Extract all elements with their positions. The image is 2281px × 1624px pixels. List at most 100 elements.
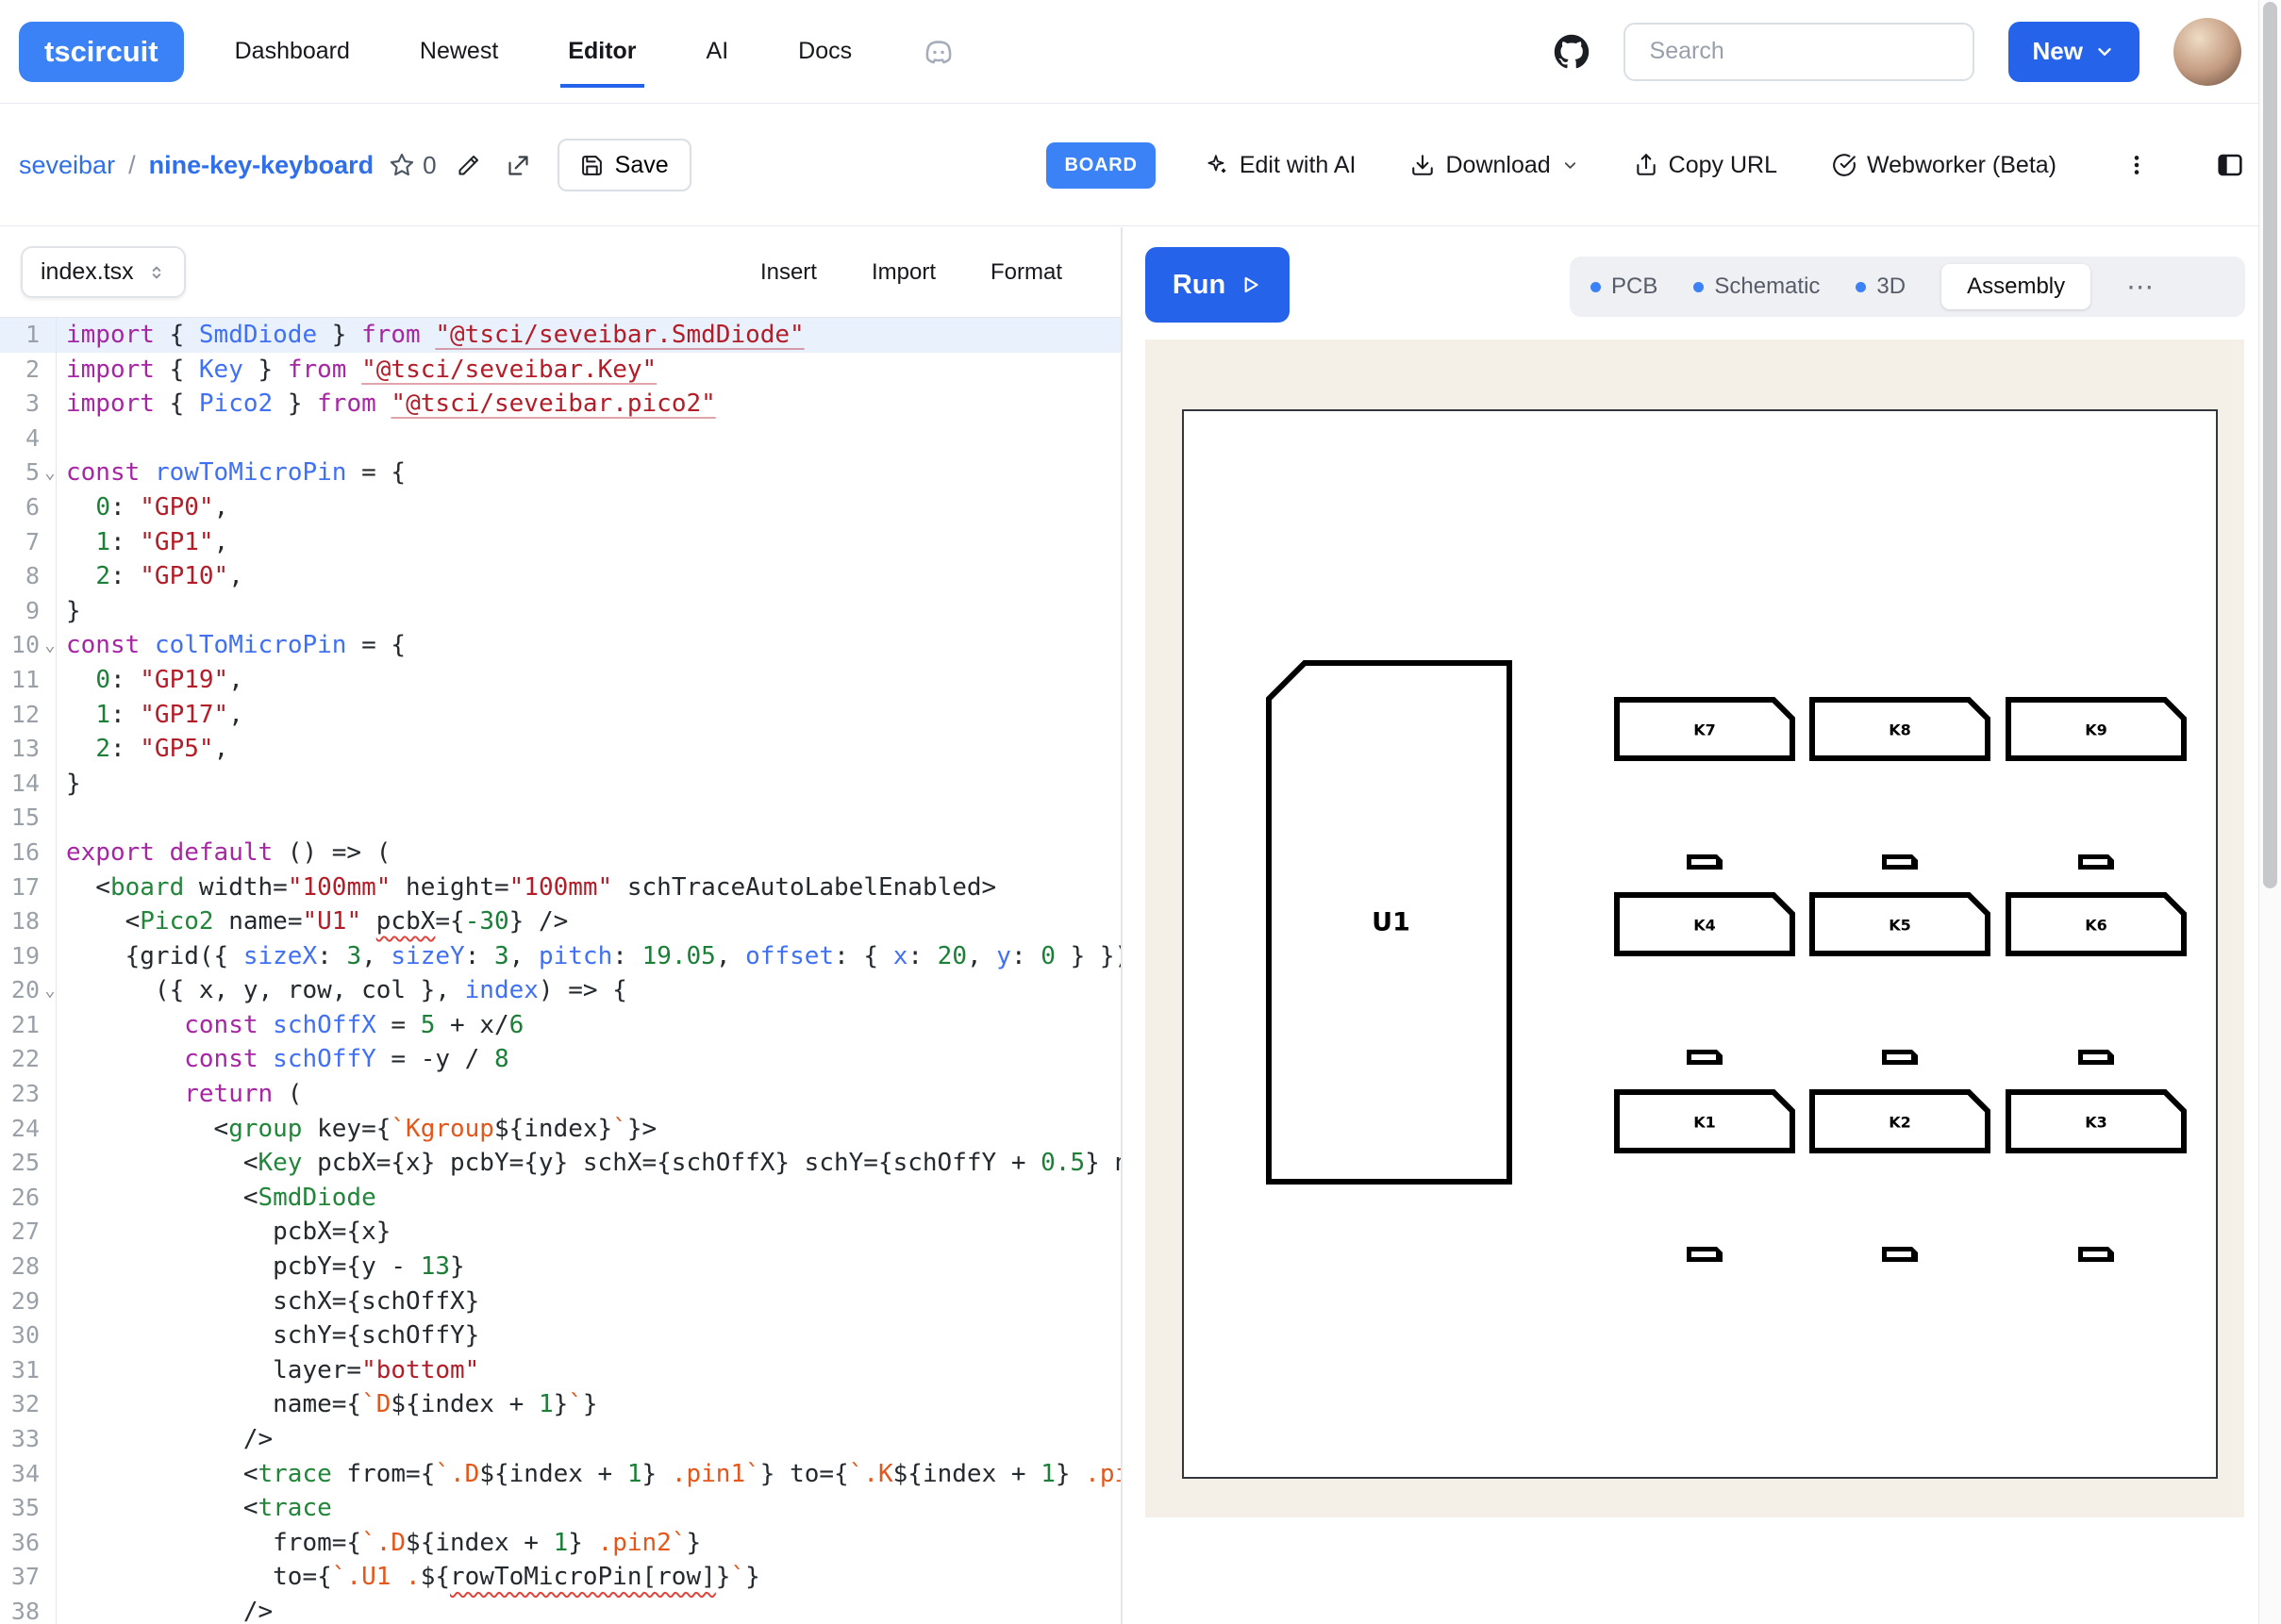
new-button[interactable]: New bbox=[2008, 22, 2139, 82]
line-number: 34 bbox=[0, 1457, 40, 1492]
github-icon[interactable] bbox=[1554, 34, 1590, 70]
code-line-10[interactable]: 10⌄const colToMicroPin = { bbox=[0, 628, 1121, 663]
code-line-21[interactable]: 21 const schOffX = 5 + x/6 bbox=[0, 1008, 1121, 1043]
code-line-9[interactable]: 9} bbox=[0, 594, 1121, 629]
nav-item-ai[interactable]: AI bbox=[707, 38, 729, 65]
run-button[interactable]: Run bbox=[1145, 247, 1290, 323]
code-line-29[interactable]: 29 schX={schOffX} bbox=[0, 1284, 1121, 1319]
download-button[interactable]: Download bbox=[1405, 151, 1584, 180]
code-line-7[interactable]: 7 1: "GP1", bbox=[0, 525, 1121, 560]
code-line-3[interactable]: 3import { Pico2 } from "@tsci/seveibar.p… bbox=[0, 387, 1121, 422]
diode-slot bbox=[1887, 859, 1911, 865]
tab-pcb[interactable]: PCB bbox=[1590, 273, 1657, 300]
edit-with-ai-button[interactable]: Edit with AI bbox=[1199, 151, 1362, 180]
discord-icon[interactable] bbox=[922, 35, 956, 69]
code-line-23[interactable]: 23 return ( bbox=[0, 1077, 1121, 1112]
tab-label: 3D bbox=[1876, 273, 1906, 300]
assembly-drawing: U1K7K8K9K4K5K6K1K2K3 bbox=[1145, 340, 2244, 1517]
tabs-more-button[interactable]: ⋯ bbox=[2126, 271, 2156, 304]
nav-item-docs[interactable]: Docs bbox=[798, 38, 852, 65]
breadcrumb-project[interactable]: nine-key-keyboard bbox=[149, 151, 375, 180]
file-selector[interactable]: index.tsx bbox=[21, 246, 186, 298]
code-line-30[interactable]: 30 schY={schOffY} bbox=[0, 1318, 1121, 1353]
tab-assembly[interactable]: Assembly bbox=[1941, 264, 2090, 309]
webworker-label: Webworker (Beta) bbox=[1867, 152, 2056, 179]
panel-toggle-button[interactable] bbox=[2211, 150, 2249, 180]
code-line-36[interactable]: 36 from={`.D${index + 1} .pin2`} bbox=[0, 1526, 1121, 1561]
page-scrollbar[interactable] bbox=[2258, 0, 2281, 1624]
line-number: 1 bbox=[0, 318, 40, 353]
code-line-14[interactable]: 14} bbox=[0, 767, 1121, 802]
open-external-button[interactable] bbox=[500, 147, 537, 184]
code-line-5[interactable]: 5⌄const rowToMicroPin = { bbox=[0, 456, 1121, 490]
code-line-8[interactable]: 8 2: "GP10", bbox=[0, 559, 1121, 594]
code-line-31[interactable]: 31 layer="bottom" bbox=[0, 1353, 1121, 1388]
line-number: 28 bbox=[0, 1250, 40, 1284]
code-line-1[interactable]: 1import { SmdDiode } from "@tsci/seveiba… bbox=[0, 318, 1121, 353]
line-number: 30 bbox=[0, 1318, 40, 1353]
editor-menu-import[interactable]: Import bbox=[872, 259, 936, 286]
run-button-label: Run bbox=[1173, 270, 1225, 301]
star-group[interactable]: 0 bbox=[389, 151, 436, 180]
code-line-4[interactable]: 4 bbox=[0, 422, 1121, 456]
editor-menu-format[interactable]: Format bbox=[991, 259, 1062, 286]
diode-slot bbox=[2083, 1054, 2107, 1060]
code-line-27[interactable]: 27 pcbX={x} bbox=[0, 1215, 1121, 1250]
code-line-28[interactable]: 28 pcbY={y - 13} bbox=[0, 1250, 1121, 1284]
code-line-25[interactable]: 25 <Key pcbX={x} pcbY={y} schX={schOffX}… bbox=[0, 1146, 1121, 1181]
code-line-15[interactable]: 15 bbox=[0, 801, 1121, 836]
breadcrumb-owner[interactable]: seveibar bbox=[19, 151, 115, 180]
webworker-button[interactable]: Webworker (Beta) bbox=[1826, 151, 2062, 180]
more-options-button[interactable] bbox=[2119, 153, 2155, 177]
rename-button[interactable] bbox=[450, 147, 487, 184]
assembly-canvas[interactable]: U1K7K8K9K4K5K6K1K2K3 bbox=[1145, 340, 2244, 1517]
code-line-20[interactable]: 20⌄ ({ x, y, row, col }, index) => { bbox=[0, 973, 1121, 1008]
code-line-11[interactable]: 11 0: "GP19", bbox=[0, 663, 1121, 698]
code-area[interactable]: 1import { SmdDiode } from "@tsci/seveiba… bbox=[0, 318, 1121, 1624]
copy-url-button[interactable]: Copy URL bbox=[1628, 151, 1783, 180]
save-button[interactable]: Save bbox=[558, 139, 691, 191]
code-line-22[interactable]: 22 const schOffY = -y / 8 bbox=[0, 1042, 1121, 1077]
code-line-19[interactable]: 19 {grid({ sizeX: 3, sizeY: 3, pitch: 19… bbox=[0, 939, 1121, 974]
edit-with-ai-label: Edit with AI bbox=[1240, 152, 1357, 179]
key-label-k3: K3 bbox=[2085, 1114, 2107, 1132]
nav-item-newest[interactable]: Newest bbox=[420, 38, 498, 65]
code-text: import { Key } from "@tsci/seveibar.Key" bbox=[66, 353, 657, 388]
code-line-2[interactable]: 2import { Key } from "@tsci/seveibar.Key… bbox=[0, 353, 1121, 388]
code-line-38[interactable]: 38 /> bbox=[0, 1595, 1121, 1624]
code-line-32[interactable]: 32 name={`D${index + 1}`} bbox=[0, 1387, 1121, 1422]
chevron-down-icon bbox=[1561, 157, 1579, 174]
nav-item-dashboard[interactable]: Dashboard bbox=[235, 38, 350, 65]
line-number: 10 bbox=[0, 628, 40, 663]
code-line-12[interactable]: 12 1: "GP17", bbox=[0, 698, 1121, 733]
code-line-6[interactable]: 6 0: "GP0", bbox=[0, 490, 1121, 525]
line-number: 11 bbox=[0, 663, 40, 698]
code-line-17[interactable]: 17 <board width="100mm" height="100mm" s… bbox=[0, 870, 1121, 905]
code-line-34[interactable]: 34 <trace from={`.D${index + 1} .pin1`} … bbox=[0, 1457, 1121, 1492]
tscircuit-logo[interactable]: tscircuit bbox=[19, 22, 184, 82]
code-line-33[interactable]: 33 /> bbox=[0, 1422, 1121, 1457]
code-line-37[interactable]: 37 to={`.U1 .${rowToMicroPin[row]}`} bbox=[0, 1560, 1121, 1595]
tab-schematic[interactable]: Schematic bbox=[1693, 273, 1820, 300]
code-text: pcbX={x} bbox=[66, 1215, 391, 1250]
board-badge[interactable]: BOARD bbox=[1046, 142, 1155, 189]
avatar[interactable] bbox=[2173, 18, 2241, 86]
tab-3d[interactable]: 3D bbox=[1856, 273, 1906, 300]
line-number: 13 bbox=[0, 732, 40, 767]
code-text: ({ x, y, row, col }, index) => { bbox=[66, 973, 627, 1008]
code-line-24[interactable]: 24 <group key={`Kgroup${index}`}> bbox=[0, 1112, 1121, 1147]
diode-slot bbox=[1691, 1251, 1716, 1257]
search-input[interactable] bbox=[1623, 23, 1974, 81]
code-line-16[interactable]: 16export default () => ( bbox=[0, 836, 1121, 870]
code-line-18[interactable]: 18 <Pico2 name="U1" pcbX={-30} /> bbox=[0, 904, 1121, 939]
code-text: import { Pico2 } from "@tsci/seveibar.pi… bbox=[66, 387, 716, 422]
code-line-13[interactable]: 13 2: "GP5", bbox=[0, 732, 1121, 767]
scrollbar-thumb[interactable] bbox=[2263, 2, 2277, 888]
line-number: 15 bbox=[0, 801, 40, 836]
code-line-35[interactable]: 35 <trace bbox=[0, 1491, 1121, 1526]
nav-item-editor[interactable]: Editor bbox=[568, 38, 636, 65]
code-text: <Pico2 name="U1" pcbX={-30} /> bbox=[66, 904, 568, 939]
code-line-26[interactable]: 26 <SmdDiode bbox=[0, 1181, 1121, 1216]
diode-slot bbox=[1887, 1251, 1911, 1257]
editor-menu-insert[interactable]: Insert bbox=[760, 259, 817, 286]
